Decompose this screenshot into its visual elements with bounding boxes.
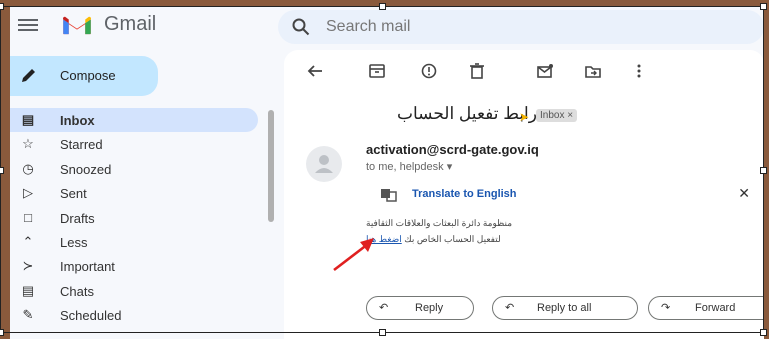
resize-handle[interactable] [0, 167, 4, 174]
email-body-line: لتفعيل الحساب الخاص بك اضغط هنا [366, 234, 501, 245]
inbox-icon: ▤ [21, 112, 35, 127]
star-icon: ☆ [22, 136, 34, 152]
more-options-icon[interactable] [630, 62, 648, 80]
email-view: رابط تفعيل الحساب ➤ Inbox × activation@s… [284, 50, 764, 339]
sidebar-item-label: Snoozed [60, 161, 112, 177]
inbox-label-chip[interactable]: Inbox × [536, 109, 578, 122]
sidebar-scrollbar[interactable] [268, 110, 274, 222]
sidebar-item-label: Chats [60, 283, 94, 299]
sidebar-item-important[interactable]: ≻ Important [10, 254, 260, 278]
report-spam-icon[interactable] [420, 62, 438, 80]
translate-icon [381, 189, 397, 202]
importance-marker-icon[interactable]: ➤ [519, 110, 529, 124]
recipients-dropdown[interactable]: to me, helpdesk ▾ [366, 160, 452, 173]
forward-button[interactable]: ↷ Forward [648, 296, 764, 320]
sidebar-item-chats[interactable]: ▤ Chats [10, 279, 260, 303]
person-icon [315, 155, 333, 173]
sidebar-item-label: Drafts [60, 210, 95, 226]
search-bar[interactable] [278, 10, 764, 44]
chat-icon: ▤ [21, 282, 35, 298]
reply-label: Reply [415, 302, 444, 314]
reply-button[interactable]: ↶ Reply [366, 296, 474, 320]
reply-all-icon: ↶ [505, 302, 515, 314]
email-subject: رابط تفعيل الحساب [396, 104, 537, 123]
annotation-arrow-icon [333, 238, 374, 272]
sidebar-nav: ▤ Inbox ☆ Starred ◷ Snoozed ▷ Sent □ Dra… [10, 108, 260, 328]
sidebar-item-scheduled[interactable]: ✎ Scheduled [10, 303, 260, 327]
avatar [306, 146, 342, 182]
search-input[interactable] [324, 17, 628, 37]
main-menu-icon[interactable] [18, 16, 38, 32]
send-icon: ▷ [23, 185, 33, 201]
sidebar-item-sent[interactable]: ▷ Sent [10, 181, 260, 205]
schedule-icon: ✎ [22, 307, 34, 323]
sidebar-item-label: Starred [60, 137, 103, 153]
draft-icon: □ [24, 209, 32, 225]
gmail-logo-icon [62, 16, 92, 35]
gmail-window: Gmail Compose ▤ Inbox ☆ Starred ◷ Snooze… [10, 6, 764, 339]
resize-handle[interactable] [0, 3, 4, 10]
body-text: لتفعيل الحساب الخاص بك [401, 234, 501, 244]
sidebar-item-snoozed[interactable]: ◷ Snoozed [10, 157, 260, 181]
clock-icon: ◷ [22, 160, 34, 176]
move-to-icon[interactable] [584, 62, 602, 80]
mark-unread-icon[interactable] [536, 62, 554, 80]
forward-icon: ↷ [661, 302, 671, 314]
chevron-up-icon: ⌃ [22, 233, 34, 249]
top-bar: Gmail [10, 6, 764, 46]
reply-icon: ↶ [379, 302, 389, 314]
sender-address: activation@scrd-gate.gov.iq [366, 142, 539, 157]
archive-icon[interactable] [368, 62, 386, 80]
forward-label: Forward [695, 302, 736, 314]
email-body-line: منظومة دائرة البعثات والعلاقات الثقافية [366, 218, 513, 228]
back-arrow-icon[interactable] [306, 62, 324, 80]
translate-link[interactable]: Translate to English [412, 188, 517, 200]
app-brand: Gmail [104, 13, 157, 35]
reply-all-label: Reply to all [537, 302, 592, 314]
sidebar-item-label: Less [60, 234, 88, 250]
close-icon[interactable]: ✕ [738, 185, 750, 202]
sidebar-item-less[interactable]: ⌃ Less [10, 230, 260, 254]
translate-bar: Translate to English ✕ [380, 185, 752, 206]
search-icon[interactable] [292, 18, 310, 36]
reply-all-button[interactable]: ↶ Reply to all [492, 296, 638, 320]
sidebar-item-label: Inbox [60, 113, 95, 128]
compose-label: Compose [60, 68, 116, 83]
sidebar-item-starred[interactable]: ☆ Starred [10, 132, 260, 156]
sidebar-item-label: Sent [60, 186, 87, 202]
sidebar-item-label: Scheduled [60, 308, 122, 324]
delete-icon[interactable] [468, 62, 486, 80]
subject-row: رابط تفعيل الحساب ➤ Inbox × [344, 104, 644, 128]
sidebar-item-drafts[interactable]: □ Drafts [10, 206, 260, 230]
pencil-icon [22, 69, 35, 82]
compose-button[interactable]: Compose [10, 56, 158, 96]
resize-handle[interactable] [0, 329, 4, 336]
sidebar-item-label: Important [60, 259, 115, 275]
important-icon: ≻ [22, 258, 34, 274]
sidebar-item-inbox[interactable]: ▤ Inbox [10, 108, 258, 133]
